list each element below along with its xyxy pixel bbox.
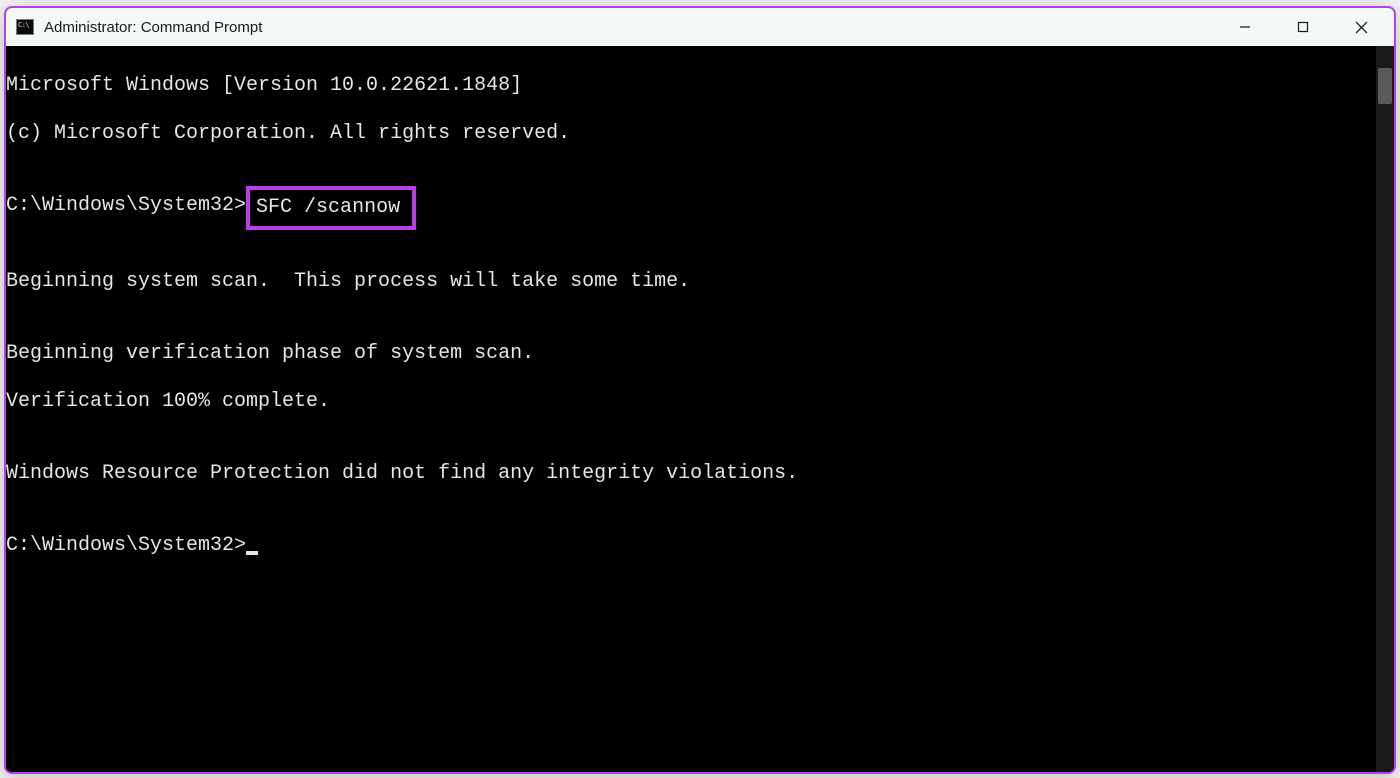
terminal-content[interactable]: Microsoft Windows [Version 10.0.22621.18… xyxy=(6,46,1376,772)
terminal-output-line: Windows Resource Protection did not find… xyxy=(6,462,1376,486)
terminal-prompt-line: C:\Windows\System32> SFC /scannow xyxy=(6,194,1376,222)
terminal-output-line: Beginning verification phase of system s… xyxy=(6,342,1376,366)
prompt-path: C:\Windows\System32> xyxy=(6,194,246,218)
terminal-output-line: Beginning system scan. This process will… xyxy=(6,270,1376,294)
cursor xyxy=(246,551,258,555)
terminal-output-line: (c) Microsoft Corporation. All rights re… xyxy=(6,122,1376,146)
terminal-prompt-line: C:\Windows\System32> xyxy=(6,534,1376,558)
maximize-button[interactable] xyxy=(1274,8,1332,46)
titlebar[interactable]: Administrator: Command Prompt xyxy=(6,8,1394,46)
scrollbar-thumb[interactable] xyxy=(1378,68,1392,104)
close-button[interactable] xyxy=(1332,8,1390,46)
command-prompt-window: Administrator: Command Prompt Microsoft … xyxy=(4,6,1396,774)
close-icon xyxy=(1355,21,1368,34)
window-controls xyxy=(1216,8,1390,46)
prompt-path: C:\Windows\System32> xyxy=(6,534,246,557)
command-highlight: SFC /scannow xyxy=(246,186,416,230)
window-title: Administrator: Command Prompt xyxy=(44,19,1216,36)
terminal-output-line: Verification 100% complete. xyxy=(6,390,1376,414)
minimize-button[interactable] xyxy=(1216,8,1274,46)
terminal-area[interactable]: Microsoft Windows [Version 10.0.22621.18… xyxy=(6,46,1394,772)
scrollbar[interactable] xyxy=(1376,46,1394,772)
terminal-output-line: Microsoft Windows [Version 10.0.22621.18… xyxy=(6,74,1376,98)
maximize-icon xyxy=(1297,21,1309,33)
minimize-icon xyxy=(1239,21,1251,33)
cmd-icon xyxy=(16,19,34,35)
command-text: SFC /scannow xyxy=(256,196,400,219)
